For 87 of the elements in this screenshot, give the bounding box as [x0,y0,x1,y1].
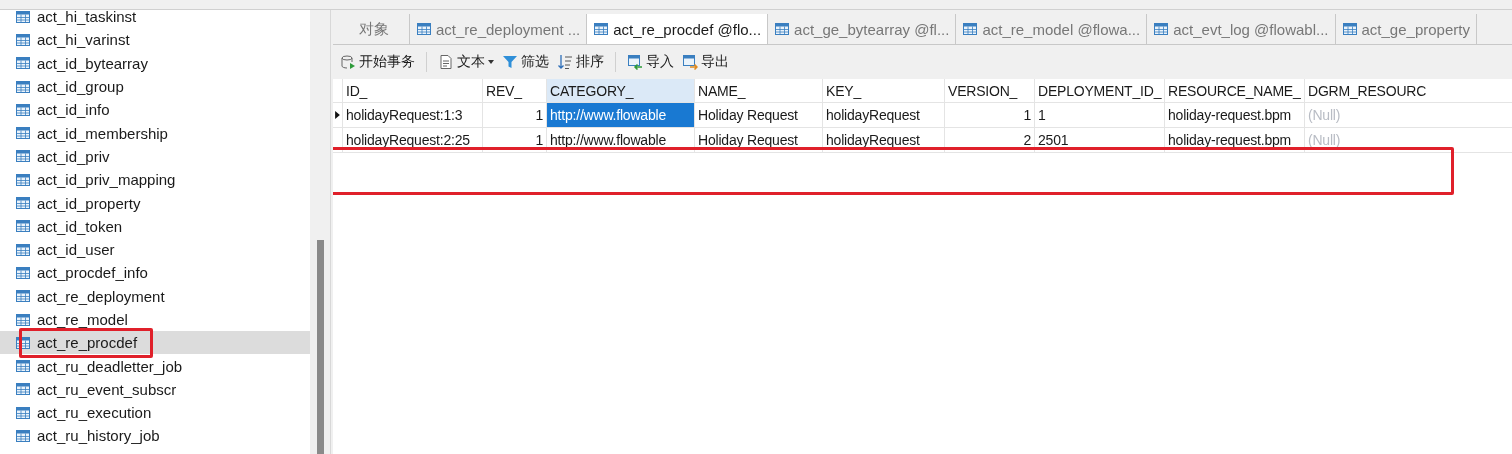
sidebar-item[interactable]: act_id_priv_mapping [0,168,310,192]
column-header[interactable]: KEY_ [823,79,945,102]
table-icon [15,148,31,165]
toolbar-button[interactable]: 排序 [554,51,607,73]
sidebar-item[interactable]: act_id_info [0,98,310,122]
table-icon [15,78,31,95]
table-icon [15,171,31,188]
filter-icon [502,54,518,70]
row-pointer-icon [335,111,340,119]
database-icon [340,54,356,70]
sort-icon [557,54,573,70]
table-icon [15,125,31,142]
sidebar-item[interactable]: act_id_user [0,237,310,262]
table-icon [15,381,31,398]
table-cell: http://www.flowable [547,128,695,152]
table-icon [1153,21,1170,37]
table-icon [15,428,31,444]
table-cell: 1 [483,128,547,152]
column-header[interactable]: DEPLOYMENT_ID_ [1035,79,1165,102]
sidebar-item[interactable]: act_ru_execution [0,401,310,425]
table-arrow-icon [682,54,698,70]
table-cell: Holiday Request [695,128,823,152]
table-icon [15,404,31,421]
table-cell: holiday-request.bpm [1165,128,1305,152]
tab[interactable]: act_re_procdef @flo... [587,14,769,44]
sidebar-item[interactable]: act_id_property [0,191,310,215]
sidebar-item[interactable]: act_hi_varinst [0,28,310,52]
table-icon [15,264,31,281]
table-icon [15,10,31,25]
sidebar-item[interactable]: act_hi_taskinst [0,10,310,29]
table-icon [15,101,31,118]
toolbar-button[interactable]: 筛选 [499,51,552,73]
column-header[interactable]: RESOURCE_NAME_ [1165,79,1305,102]
sidebar-item[interactable]: act_id_priv [0,144,310,169]
column-header[interactable]: VERSION_ [945,79,1035,102]
table-icon [15,311,31,328]
table-cell-text: (Null) [1307,131,1342,150]
table-icon [15,241,31,258]
table-cell: 1 [1035,103,1165,127]
table-icon [15,358,31,375]
sidebar-item[interactable]: act_re_procdef [0,331,310,355]
table-icon [593,21,610,37]
table-cell: holidayRequest [823,103,945,127]
table-arrow-icon [627,54,643,70]
table-icon [774,21,791,37]
toolbar-button[interactable]: 导入 [624,51,677,73]
sidebar-item[interactable]: act_ru_event_subscr [0,377,310,402]
table-cell: holiday-request.bpm [1165,103,1305,127]
scrollbar[interactable] [310,10,330,454]
caret-icon [488,60,494,64]
table-icon [962,21,979,37]
table-icon [15,334,31,351]
column-header[interactable]: NAME_ [695,79,823,102]
toolbar-button[interactable]: 文本 [435,51,497,73]
toolbar-button[interactable]: 导出 [679,51,732,73]
sidebar-item[interactable]: act_id_group [0,74,310,99]
column-header[interactable]: ID_ [343,79,483,102]
sidebar-item[interactable]: act_ru_deadletter_job [0,354,310,378]
document-icon [438,54,454,70]
table-icon [15,218,31,235]
sidebar-item[interactable]: act_re_deployment [0,284,310,308]
sidebar-item[interactable]: act_re_model [0,307,310,332]
sidebar-item[interactable]: act_id_membership [0,121,310,145]
table-icon [1341,21,1358,37]
table-icon [15,288,31,305]
table-cell: Holiday Request [695,103,823,127]
table-cell: 2 [945,128,1035,152]
sidebar-item[interactable]: act_id_bytearray [0,51,310,75]
table-cell: http://www.flowable [547,103,695,127]
table-icon [15,55,31,72]
toolbar-button[interactable]: 开始事务 [337,51,418,73]
table-cell: holidayRequest:1:3 [343,103,483,127]
table-cell: holidayRequest:2:25 [343,128,483,152]
table-icon [416,21,432,37]
table-icon [15,195,31,211]
sidebar-item[interactable]: act_ru_history_job [0,424,310,448]
column-header[interactable]: CATEGORY_ [547,79,695,102]
column-header[interactable]: DGRM_RESOURC [1305,79,1512,102]
sidebar-item[interactable]: act_procdef_info [0,261,310,285]
table-cell: holidayRequest [823,128,945,152]
table-cell-text: (Null) [1307,106,1342,125]
row-indicator[interactable] [333,103,343,127]
scrollbar-thumb[interactable] [316,240,324,454]
sidebar-item[interactable]: act_id_token [0,214,310,238]
table-icon [15,31,31,48]
table-cell: 1 [945,103,1035,127]
table-cell: 2501 [1035,128,1165,152]
